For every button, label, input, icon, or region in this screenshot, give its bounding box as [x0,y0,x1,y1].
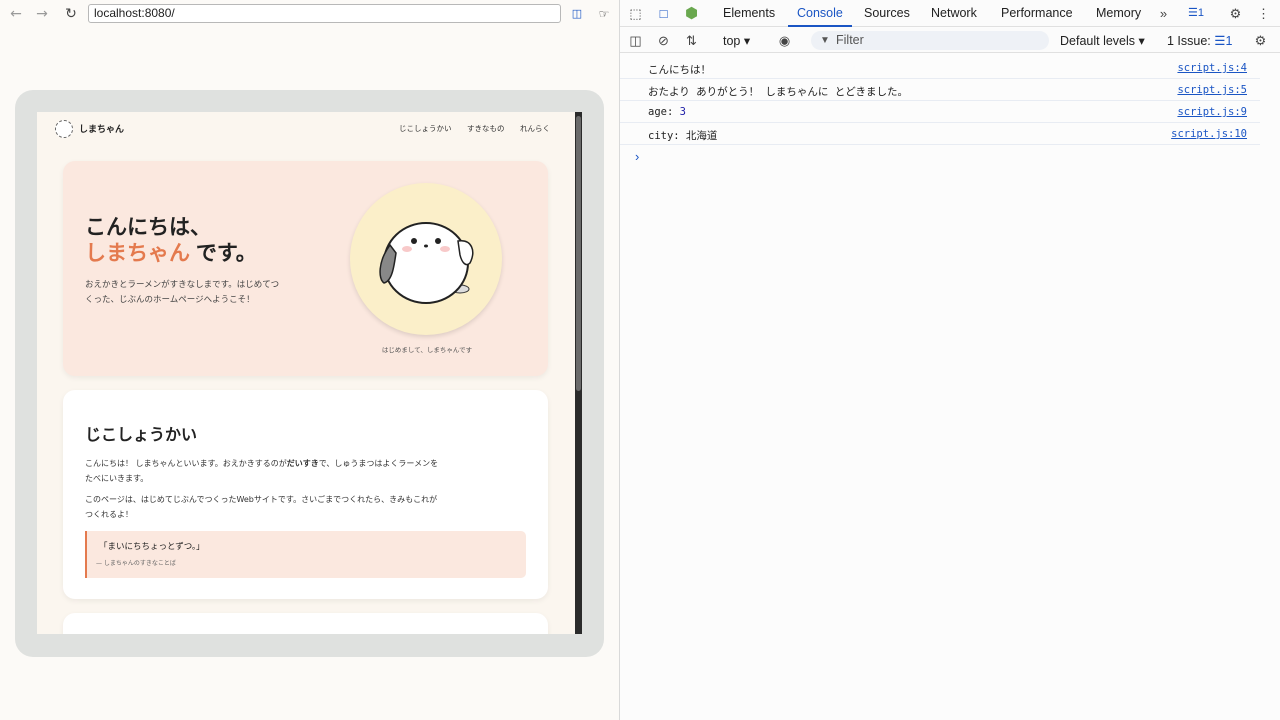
active-tab-indicator [788,25,852,27]
log-levels-label: Default levels [1060,34,1136,48]
console-toolbar: ◫ ⊘ ⇅ top ▾ ◉ ▼ Filter Default levels ▾ … [620,28,1280,53]
filter-placeholder: Filter [836,33,864,47]
log-message: age: 3 [648,106,686,118]
hero-title-line1: こんにちは、 [85,216,211,239]
messages-badge[interactable]: ☰1 [1188,6,1204,19]
clear-console-icon[interactable]: ⊘ [655,32,672,49]
context-label: top [723,34,741,48]
tab-console[interactable]: Console [797,6,843,20]
extension-icon[interactable]: ◫ [568,5,586,23]
log-message: おたより ありがとう！ しまちゃんに とどきました。 [648,86,908,98]
more-tabs-icon[interactable]: » [1155,5,1172,22]
pointer-icon[interactable]: ☞ [595,5,613,23]
address-bar[interactable]: localhost:8080/ [88,4,561,23]
about-p1-bold: だいすき [286,459,319,468]
avatar [350,183,502,335]
site-name[interactable]: しまちゃん [79,122,124,135]
log-source-link[interactable]: script.js:5 [1177,84,1247,96]
browser-viewport: ← → ↻ localhost:8080/ ◫ ☞ しまちゃん じこしょうかい … [0,0,619,720]
log-message: こんにちは！ [648,64,711,76]
tab-performance[interactable]: Performance [1001,6,1073,20]
tab-memory[interactable]: Memory [1096,6,1141,20]
console-prompt-icon[interactable]: › [635,149,639,164]
about-paragraph-2: このページは、はじめてじぶんでつくったWebサイトです。さいごまでつくれたら、き… [85,495,438,519]
tab-network[interactable]: Network [931,6,977,20]
log-source-link[interactable]: script.js:4 [1177,62,1247,74]
log-entry: こんにちは！ script.js:4 [620,57,1260,79]
eye-icon[interactable]: ◉ [776,32,793,49]
console-settings-icon[interactable]: ⚙ [1252,32,1269,49]
site-screen: しまちゃん じこしょうかい すきなもの れんらく こんにちは、 しまちゃん です… [37,112,575,634]
hero-title-accent: しまちゃん [85,242,190,265]
log-message: city: 北海道 [648,130,718,142]
logo-icon[interactable] [55,120,73,138]
next-section-card [63,613,548,634]
log-entry: おたより ありがとう！ しまちゃんに とどきました。 script.js:5 [620,79,1260,101]
issues-button[interactable]: 1 Issue: ☰1 [1167,33,1232,48]
forward-icon[interactable]: → [33,5,51,23]
issues-count: ☰1 [1214,34,1233,48]
settings-icon[interactable]: ⚙ [1227,5,1244,22]
log-levels-dropdown[interactable]: Default levels ▾ [1060,33,1145,48]
device-toolbar-icon[interactable]: □ [655,5,672,22]
about-title: じこしょうかい [85,427,198,444]
log-source-link[interactable]: script.js:10 [1171,128,1247,140]
about-p1-before: こんにちは！ しまちゃんといいます。おえかきするのが [85,459,287,468]
more-options-icon[interactable]: ⋮ [1255,5,1272,22]
log-key: age: [648,106,680,118]
about-card: じこしょうかい こんにちは！ しまちゃんといいます。おえかきするのがだいすきで、… [63,390,548,599]
messages-badge-count: 1 [1197,7,1204,19]
issues-count-value: 1 [1225,34,1233,48]
context-selector[interactable]: top ▾ [723,33,750,48]
hero-title: こんにちは、 しまちゃん です。 [85,215,257,267]
hero-title-suffix: です。 [190,242,257,265]
extension-hex-icon[interactable]: ⬢ [683,5,700,22]
filter-icon: ▼ [820,35,830,46]
scrollbar-thumb[interactable] [576,116,581,391]
devtools-tabbar: ⬚ □ ⬢ Elements Console Sources Network P… [620,0,1280,27]
create-live-expression-icon[interactable]: ⇅ [683,32,700,49]
hero-card: こんにちは、 しまちゃん です。 おえかきとラーメンがすきなしまです。はじめてつ… [63,161,548,376]
log-number-value: 3 [679,106,686,118]
issues-label: 1 Issue: [1167,34,1211,48]
sidebar-toggle-icon[interactable]: ◫ [627,32,644,49]
nav-link-favorites[interactable]: すきなもの [467,123,505,134]
site-header: しまちゃん じこしょうかい すきなもの れんらく [37,112,575,146]
log-entry: age: 3 script.js:9 [620,101,1260,123]
hero-description: おえかきとラーメンがすきなしまです。はじめてつくった、じぶんのホームページへよう… [85,280,280,305]
tab-sources[interactable]: Sources [864,6,910,20]
inspect-element-icon[interactable]: ⬚ [627,5,644,22]
devtools-panel: ⬚ □ ⬢ Elements Console Sources Network P… [620,0,1280,720]
nav-link-contact[interactable]: れんらく [520,123,550,134]
bird-illustration [379,222,474,304]
nav-link-about[interactable]: じこしょうかい [399,123,452,134]
about-paragraph-1: こんにちは！ しまちゃんといいます。おえかきするのがだいすきで、しゅうまつはよく… [85,456,440,486]
avatar-caption: はじめまして、しまちゃんです [381,346,473,354]
log-entry: city: 北海道 script.js:10 [620,123,1260,145]
quote-source: — しまちゃんのすきなことば [96,560,176,567]
filter-input[interactable]: ▼ Filter [811,31,1049,50]
quote-text: 「まいにちちょっとずつ。」 [99,542,205,552]
browser-toolbar: ← → ↻ localhost:8080/ ◫ ☞ [0,0,619,28]
log-source-link[interactable]: script.js:9 [1177,106,1247,118]
quote-block: 「まいにちちょっとずつ。」 — しまちゃんのすきなことば [85,531,526,578]
back-icon[interactable]: ← [7,5,25,23]
tab-elements[interactable]: Elements [723,6,775,20]
reload-icon[interactable]: ↻ [62,5,80,23]
